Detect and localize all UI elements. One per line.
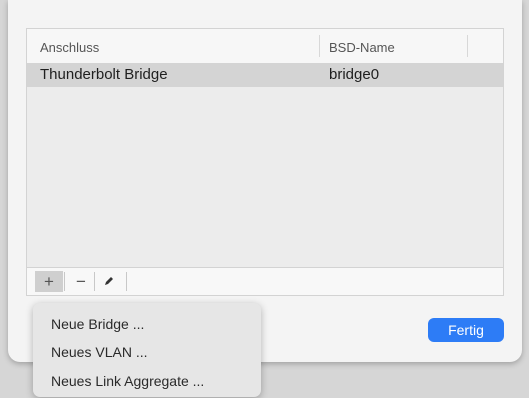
column-header-anschluss[interactable]: Anschluss bbox=[40, 40, 99, 55]
column-separator[interactable] bbox=[467, 35, 468, 57]
add-button[interactable]: + bbox=[35, 271, 63, 292]
menu-item-new-vlan[interactable]: Neues VLAN ... bbox=[51, 344, 148, 360]
menu-item-new-link-aggregate[interactable]: Neues Link Aggregate ... bbox=[51, 373, 204, 389]
table-row[interactable]: Thunderbolt Bridge bridge0 bbox=[27, 63, 503, 87]
column-header-bsd-name[interactable]: BSD-Name bbox=[329, 40, 395, 55]
menu-item-new-bridge[interactable]: Neue Bridge ... bbox=[51, 316, 144, 332]
pencil-icon bbox=[105, 277, 113, 285]
column-separator[interactable] bbox=[319, 35, 320, 57]
toolbar-separator bbox=[64, 272, 65, 291]
remove-button[interactable]: − bbox=[67, 271, 95, 292]
edit-button[interactable] bbox=[95, 271, 123, 292]
cell-interface-name: Thunderbolt Bridge bbox=[40, 66, 168, 83]
interfaces-table: Anschluss BSD-Name Thunderbolt Bridge br… bbox=[26, 28, 504, 268]
cell-bsd-name: bridge0 bbox=[329, 66, 380, 83]
done-button[interactable]: Fertig bbox=[428, 318, 504, 342]
table-toolbar: + − bbox=[26, 268, 504, 296]
add-interface-menu: Neue Bridge ... Neues VLAN ... Neues Lin… bbox=[33, 303, 261, 397]
toolbar-separator bbox=[126, 272, 127, 291]
table-header: Anschluss BSD-Name bbox=[27, 29, 503, 64]
